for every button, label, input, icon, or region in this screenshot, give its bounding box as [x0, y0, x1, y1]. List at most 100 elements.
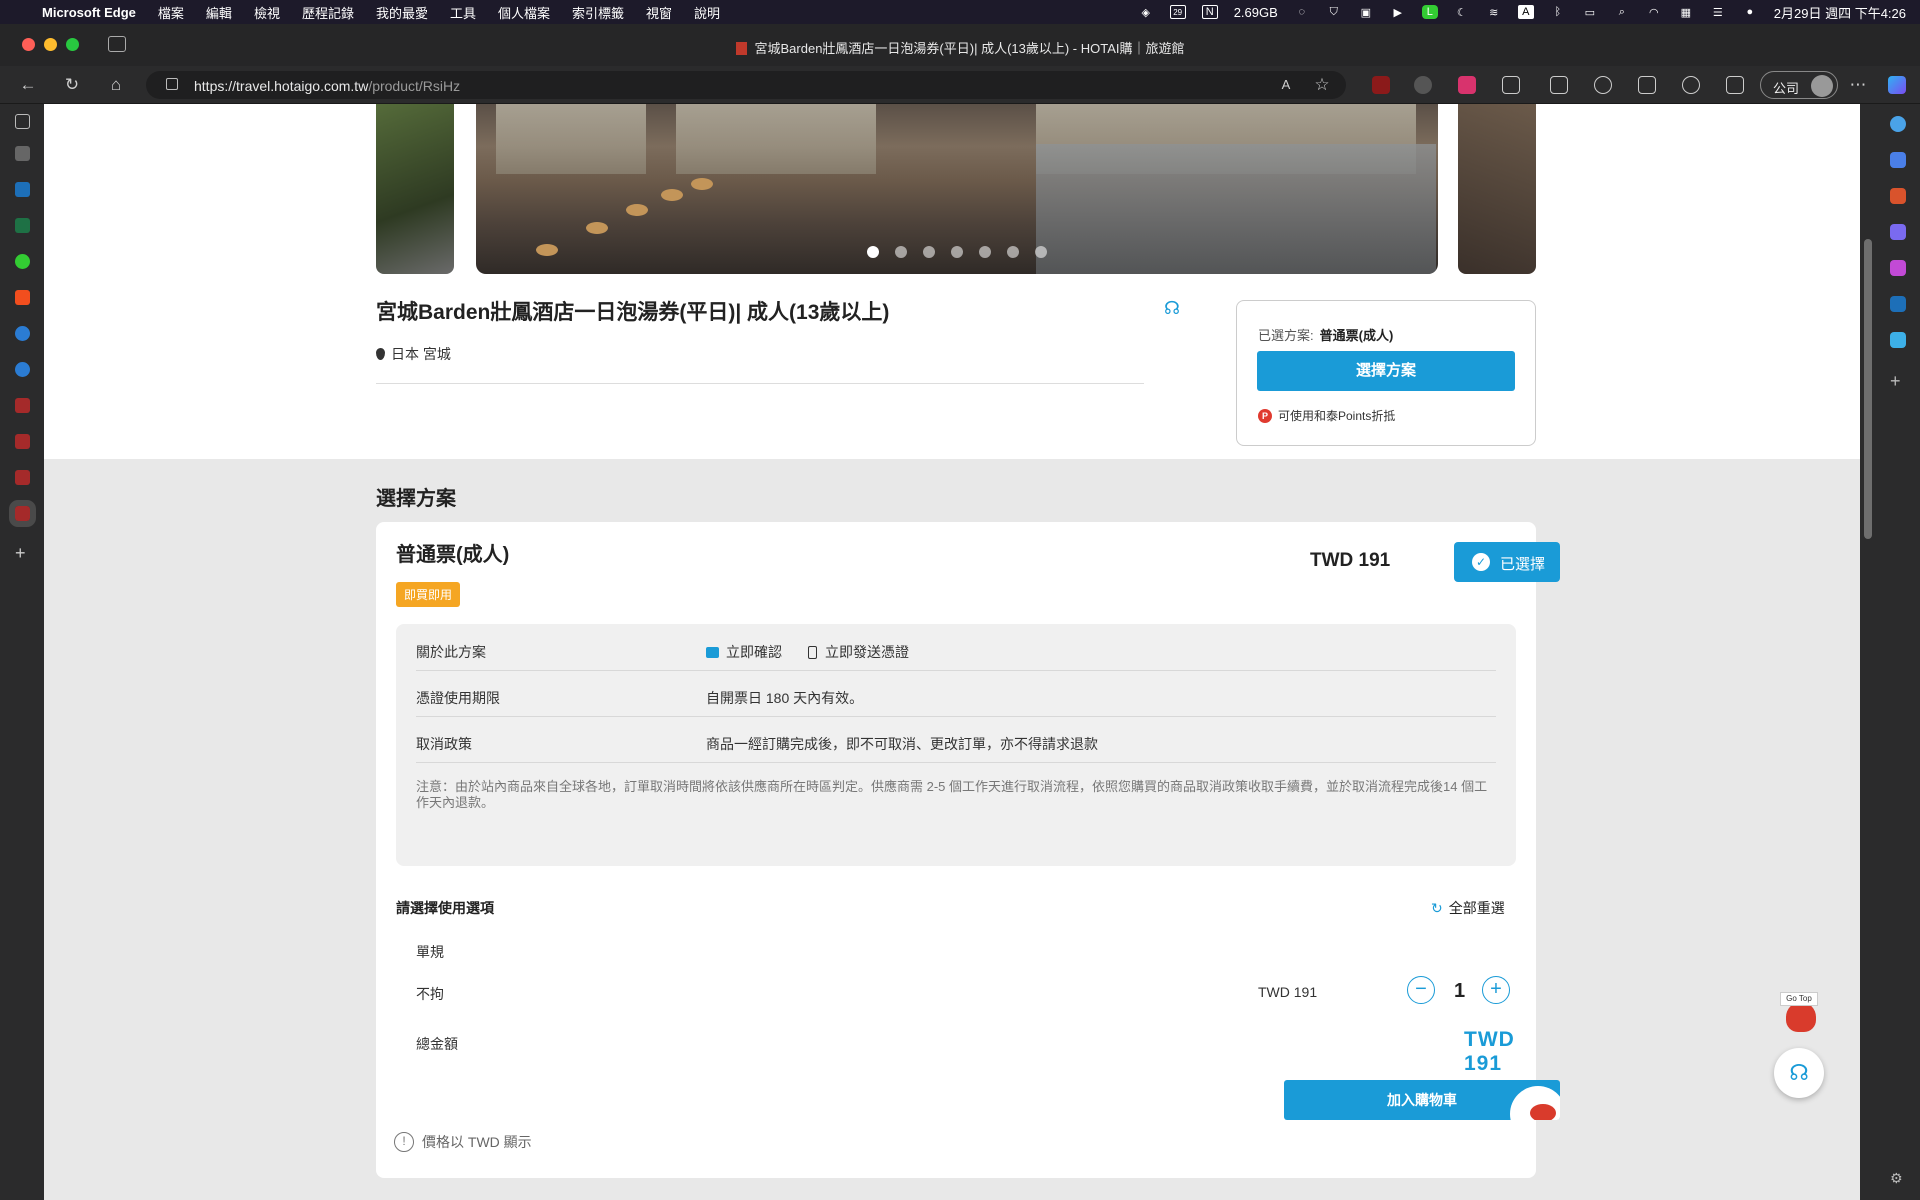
performance-icon[interactable]: [1682, 76, 1700, 94]
notion-icon[interactable]: N: [1201, 5, 1218, 19]
menu-edit[interactable]: 編輯: [206, 3, 232, 22]
wifi-icon[interactable]: ◠: [1646, 5, 1662, 19]
outlook-icon[interactable]: [1890, 296, 1906, 312]
mascot-icon: [1786, 1002, 1816, 1032]
carousel-dot[interactable]: [867, 246, 879, 258]
sidebar-tab-hotai-icon[interactable]: [15, 470, 30, 485]
sidebar-tab-icon[interactable]: [15, 146, 30, 161]
sidebar-tab-excel-icon[interactable]: [15, 218, 30, 233]
image-icon[interactable]: ▣: [1358, 5, 1374, 19]
sidebar-tab-edge-icon[interactable]: [15, 326, 30, 341]
collections-icon[interactable]: [1638, 76, 1656, 94]
carousel-dot[interactable]: [951, 246, 963, 258]
shopping-tag-icon[interactable]: [1890, 152, 1906, 168]
games-icon[interactable]: [1890, 224, 1906, 240]
menubar-clock[interactable]: 2月29日 週四 下午4:26: [1774, 3, 1906, 22]
search-icon[interactable]: ⌕: [1614, 5, 1630, 19]
price-currency-note: ! 價格以 TWD 顯示: [394, 1132, 532, 1152]
sidebar-tab-edge-icon[interactable]: [15, 362, 30, 377]
refresh-icon[interactable]: ↻: [62, 75, 82, 95]
choose-plan-button[interactable]: 選擇方案: [1257, 351, 1515, 391]
add-to-cart-button[interactable]: 加入購物車: [1284, 1080, 1560, 1120]
reset-all-button[interactable]: ↻ 全部重選: [1431, 898, 1505, 918]
menubar-app-name[interactable]: Microsoft Edge: [42, 5, 136, 20]
lock-icon[interactable]: [166, 78, 178, 90]
keyboard-icon[interactable]: ▦: [1678, 5, 1694, 19]
page-scrollbar[interactable]: [1860, 104, 1876, 1200]
tab-actions-icon[interactable]: [15, 114, 30, 129]
line-icon[interactable]: L: [1421, 5, 1438, 19]
back-icon[interactable]: ←: [18, 75, 38, 95]
menu-tools[interactable]: 工具: [450, 3, 476, 22]
office-icon[interactable]: [1890, 260, 1906, 276]
sidebar-tab-globe-icon[interactable]: [15, 254, 30, 269]
carousel-dot[interactable]: [1035, 246, 1047, 258]
favorites-icon[interactable]: [1594, 76, 1612, 94]
selected-button[interactable]: ✓ 已選擇: [1454, 542, 1560, 582]
sidebar-tab-hotai-icon[interactable]: [15, 398, 30, 413]
carousel-next-slide[interactable]: [1458, 104, 1536, 274]
ublock-extension-icon[interactable]: [1372, 76, 1390, 94]
sidebar-tab-hotai-icon[interactable]: [15, 434, 30, 449]
battery-icon[interactable]: ▭: [1582, 5, 1598, 19]
memory-readout[interactable]: 2.69GB: [1234, 5, 1278, 20]
menu-file[interactable]: 檔案: [158, 3, 184, 22]
cloud-extension-icon[interactable]: [1414, 76, 1432, 94]
text-input-icon[interactable]: A: [1517, 5, 1534, 19]
read-aloud-icon[interactable]: A: [1276, 75, 1296, 95]
send-icon[interactable]: [1890, 332, 1906, 348]
menu-view[interactable]: 檢視: [254, 3, 280, 22]
control-center-icon[interactable]: ☰: [1710, 5, 1726, 19]
address-bar[interactable]: https://travel.hotaigo.com.tw/product/Rs…: [146, 71, 1346, 99]
menu-tabs[interactable]: 索引標籤: [572, 3, 624, 22]
home-icon[interactable]: ⌂: [106, 75, 126, 95]
play-icon[interactable]: ▶: [1390, 5, 1406, 19]
copilot-icon[interactable]: [1888, 76, 1906, 94]
carousel-dot[interactable]: [1007, 246, 1019, 258]
status-pin-icon[interactable]: ◈: [1138, 5, 1154, 19]
decrease-quantity-button[interactable]: −: [1407, 976, 1435, 1004]
profile-button[interactable]: 公司: [1760, 71, 1838, 99]
favorite-star-icon[interactable]: ☆: [1312, 75, 1332, 95]
extensions-puzzle-icon[interactable]: [1502, 76, 1520, 94]
scrollbar-thumb[interactable]: [1864, 239, 1872, 539]
browser-essentials-icon[interactable]: [1726, 76, 1744, 94]
translate-extension-icon[interactable]: [1458, 76, 1476, 94]
bluetooth-icon[interactable]: ᛒ: [1550, 5, 1566, 19]
customer-service-icon[interactable]: ☊: [1164, 298, 1186, 320]
active-tab-title[interactable]: 宮城Barden壯鳳酒店一日泡湯券(平日)| 成人(13歲以上) - HOTAI…: [0, 38, 1920, 57]
sidebar-tab-figma-icon[interactable]: [15, 290, 30, 305]
carousel-dot[interactable]: [895, 246, 907, 258]
add-sidebar-app-icon[interactable]: +: [1890, 372, 1906, 390]
tools-icon[interactable]: [1890, 188, 1906, 204]
carousel-dot[interactable]: [979, 246, 991, 258]
calendar-icon[interactable]: 29: [1169, 5, 1186, 19]
carousel-prev-slide[interactable]: [376, 104, 454, 274]
menu-help[interactable]: 說明: [694, 3, 720, 22]
mute-icon[interactable]: ≋: [1486, 5, 1502, 19]
shield-icon[interactable]: ⛉: [1326, 5, 1342, 19]
sidebar-tab-hotai-active-icon[interactable]: [9, 500, 36, 527]
floating-support-button[interactable]: ☊: [1774, 1048, 1824, 1098]
split-screen-icon[interactable]: [1550, 76, 1568, 94]
menu-profiles[interactable]: 個人檔案: [498, 3, 550, 22]
spinner-icon[interactable]: ◌: [1294, 5, 1310, 19]
menu-favorites[interactable]: 我的最愛: [376, 3, 428, 22]
sidebar-settings-icon[interactable]: ⚙: [1890, 1170, 1906, 1186]
edge-sidebar: + ⚙: [1876, 104, 1920, 1200]
increase-quantity-button[interactable]: +: [1482, 976, 1510, 1004]
plan-name: 普通票(成人): [396, 544, 510, 566]
url-text[interactable]: https://travel.hotaigo.com.tw/product/Rs…: [194, 78, 460, 94]
image-carousel[interactable]: [376, 104, 1536, 274]
moon-icon[interactable]: ☾: [1454, 5, 1470, 19]
menu-window[interactable]: 視窗: [646, 3, 672, 22]
go-top-button[interactable]: Go Top: [1780, 992, 1824, 1036]
siri-icon[interactable]: ●: [1742, 5, 1758, 19]
carousel-dot[interactable]: [923, 246, 935, 258]
menu-history[interactable]: 歷程記錄: [302, 3, 354, 22]
new-tab-icon[interactable]: +: [15, 544, 30, 562]
instant-confirm-item: 立即確認: [706, 642, 782, 662]
sidebar-tab-outlook-icon[interactable]: [15, 182, 30, 197]
search-icon[interactable]: [1890, 116, 1906, 132]
more-menu-icon[interactable]: ⋯: [1848, 75, 1868, 95]
